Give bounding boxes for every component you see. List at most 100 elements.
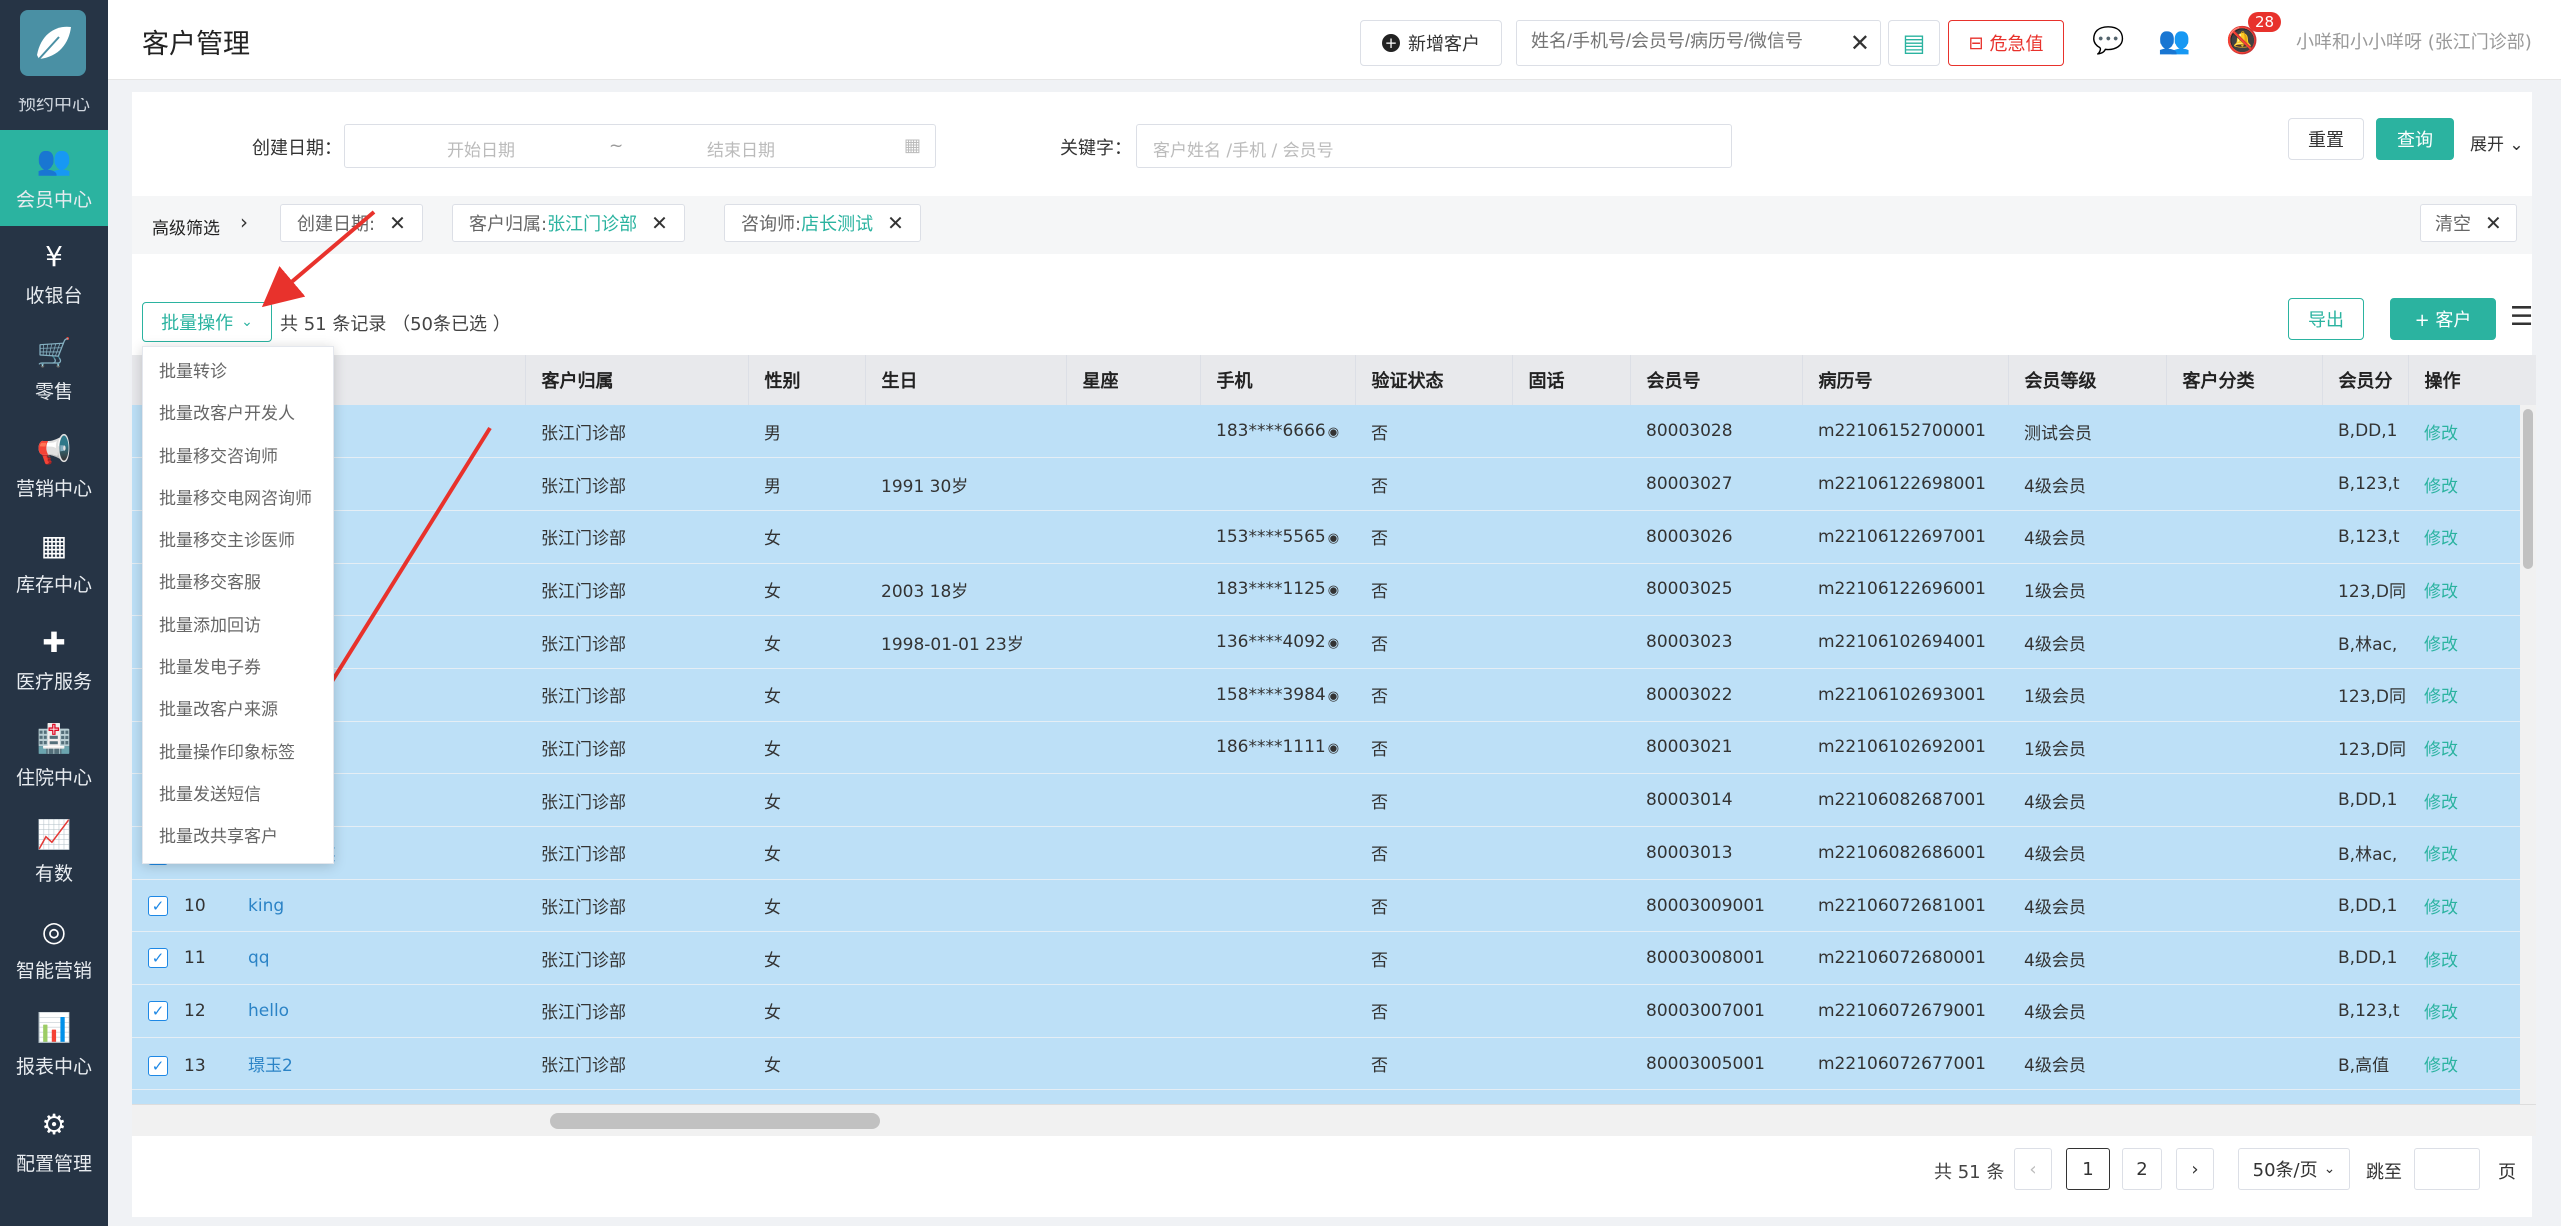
batch-menu-item[interactable]: 批量移交客服 [143, 562, 333, 604]
batch-menu-item[interactable]: 批量改共享客户 [143, 816, 333, 858]
column-header[interactable]: 手机 [1200, 355, 1356, 405]
eye-icon[interactable]: ◉ [1328, 741, 1339, 756]
sidebar-item-2[interactable]: ¥ 收银台 [0, 226, 108, 322]
customer-name-link[interactable]: king [248, 896, 284, 916]
filter-chip-consultant[interactable]: 咨询师: 店长测试 ✕ [724, 204, 921, 242]
add-customer-button[interactable]: + 客户 [2390, 298, 2496, 340]
table-row[interactable]: ✓ 11 qq 张江门诊部女 否 80003008001 m22106072680001 4级… [132, 931, 2536, 986]
query-button[interactable]: 查询 [2376, 118, 2454, 160]
table-row[interactable]: ✓朱品颐张江门诊部女否80003014m221060826870014级会员B,… [132, 773, 2536, 827]
customer-name-link[interactable]: qq [248, 948, 270, 968]
edit-link[interactable]: 修改 [2408, 879, 2536, 933]
global-search[interactable]: ✕ [1516, 20, 1881, 66]
edit-link[interactable]: 修改 [2408, 721, 2536, 775]
table-row[interactable]: ✓ying梁芮瑛张江门诊部女否80003013m221060826860014级… [132, 826, 2536, 880]
scroll-thumb[interactable] [2523, 409, 2533, 569]
eye-icon[interactable]: ◉ [1328, 636, 1339, 651]
column-header[interactable]: 客户归属 [525, 355, 749, 405]
reset-button[interactable]: 重置 [2288, 118, 2364, 160]
sidebar-item-1[interactable]: 👥 会员中心 [0, 130, 108, 226]
table-row[interactable]: ✓张江门诊部女2003 18岁183****1125◉否80003025m221… [132, 563, 2536, 617]
sidebar-item-10[interactable]: 📊 报表中心 [0, 998, 108, 1094]
row-checkbox[interactable]: ✓ [148, 948, 168, 969]
eye-icon[interactable]: ◉ [1328, 583, 1339, 598]
batch-menu-item[interactable]: 批量改客户开发人 [143, 393, 333, 435]
column-header[interactable]: 客户分类 [2166, 355, 2323, 405]
edit-link[interactable]: 修改 [2408, 510, 2536, 564]
emergency-button[interactable]: ⊟ 危急值 [1948, 20, 2064, 66]
sidebar-item-8[interactable]: 📈 有数 [0, 805, 108, 901]
edit-link[interactable]: 修改 [2408, 615, 2536, 669]
date-range-input[interactable]: 开始日期 ~ 结束日期 ▦ [344, 124, 936, 168]
edit-link[interactable]: 修改 [2408, 773, 2536, 827]
sidebar-item-6[interactable]: ✚ 医疗服务 [0, 612, 108, 708]
app-logo[interactable] [20, 10, 86, 76]
filter-chip-org[interactable]: 客户归属: 张江门诊部 ✕ [452, 204, 685, 242]
column-header[interactable]: 星座 [1066, 355, 1201, 405]
search-input[interactable] [1531, 31, 1841, 52]
column-header[interactable]: 会员分 [2322, 355, 2409, 405]
row-checkbox[interactable]: ✓ [148, 1056, 168, 1077]
expand-toggle[interactable]: 展开 ⌄ [2470, 130, 2524, 155]
edit-link[interactable]: 修改 [2408, 668, 2536, 722]
batch-menu-item[interactable]: 批量发电子券 [143, 647, 333, 689]
row-checkbox[interactable]: ✓ [148, 1000, 168, 1021]
table-row[interactable]: ✓张江门诊部女153****5565◉否80003026m22106122697… [132, 510, 2536, 564]
scroll-thumb[interactable] [550, 1113, 880, 1129]
horizontal-scrollbar[interactable] [132, 1104, 2536, 1136]
row-checkbox[interactable]: ✓ [148, 895, 168, 916]
new-customer-button[interactable]: + 新增客户 [1360, 20, 1502, 66]
edit-link[interactable]: 修改 [2408, 931, 2536, 986]
wechat-icon[interactable]: 💬 [2092, 26, 2124, 56]
eye-icon[interactable]: ◉ [1328, 531, 1339, 546]
batch-menu-item[interactable]: 批量转诊 [143, 351, 333, 393]
page-size-select[interactable]: 50条/页 ⌄ [2238, 1148, 2350, 1190]
column-header[interactable]: 固话 [1512, 355, 1631, 405]
close-icon[interactable]: ✕ [651, 211, 668, 235]
batch-menu-item[interactable]: 批量移交电网咨询师 [143, 478, 333, 520]
batch-menu-item[interactable]: 批量操作印象标签 [143, 732, 333, 774]
sidebar-item-3[interactable]: 🛒 零售 [0, 323, 108, 419]
batch-menu-item[interactable]: 批量改客户来源 [143, 689, 333, 731]
id-card-icon[interactable]: ▤ [1888, 20, 1940, 66]
close-icon[interactable]: ✕ [1850, 29, 1870, 57]
keyword-input[interactable]: 客户姓名 /手机 / 会员号 [1136, 124, 1732, 168]
column-header[interactable]: 生日 [865, 355, 1067, 405]
table-row[interactable]: ✓ 10 king 张江门诊部女 否 80003009001 m22106072681001… [132, 879, 2536, 933]
export-button[interactable]: 导出 [2288, 298, 2364, 340]
column-header[interactable]: 验证状态 [1355, 355, 1513, 405]
prev-page-button[interactable]: ‹ [2014, 1148, 2052, 1190]
column-header[interactable]: 会员等级 [2008, 355, 2167, 405]
customer-name-link[interactable]: 璟玉2 [248, 1056, 293, 1076]
sidebar-item-9[interactable]: ◎ 智能营销 [0, 901, 108, 997]
edit-link[interactable]: 修改 [2408, 826, 2536, 880]
close-icon[interactable]: ✕ [389, 211, 406, 235]
jump-page-input[interactable] [2414, 1148, 2480, 1190]
page-2-button[interactable]: 2 [2122, 1148, 2162, 1190]
column-header[interactable]: 会员号 [1630, 355, 1803, 405]
chevron-right-icon[interactable]: › [240, 210, 248, 234]
table-row[interactable]: ✓张江门诊部女158****3984◉否80003022m22106102693… [132, 668, 2536, 722]
next-page-button[interactable]: › [2176, 1148, 2214, 1190]
eye-icon[interactable]: ◉ [1328, 689, 1339, 704]
current-user[interactable]: 小咩和小小咩呀 (张江门诊部) [2296, 28, 2536, 54]
column-header[interactable]: 病历号 [1802, 355, 2009, 405]
table-row[interactable]: ✓张江门诊部女186****1111◉否80003021m22106102692… [132, 721, 2536, 775]
edit-link[interactable]: 修改 [2408, 1037, 2536, 1091]
table-row[interactable]: ✓ 12 hello 张江门诊部女 否 80003007001 m2210607267900… [132, 984, 2536, 1038]
table-row[interactable]: ✓ 13 璟玉2 张江门诊部女 否 80003005001 m22106072677001 4… [132, 1037, 2536, 1091]
filter-chip-created[interactable]: 创建日期: ✕ [280, 204, 423, 242]
page-1-button[interactable]: 1 [2066, 1148, 2110, 1190]
sidebar-item-7[interactable]: 🏥 住院中心 [0, 708, 108, 804]
customer-name-link[interactable]: hello [248, 1001, 289, 1021]
edit-link[interactable]: 修改 [2408, 457, 2536, 511]
batch-operation-button[interactable]: 批量操作 ⌄ [142, 302, 272, 342]
sidebar-item-11[interactable]: ⚙ 配置管理 [0, 1094, 108, 1190]
batch-menu-item[interactable]: 批量移交主诊医师 [143, 520, 333, 562]
close-icon[interactable]: ✕ [2485, 211, 2502, 235]
user-group-icon[interactable]: 👥 [2158, 26, 2190, 56]
table-row[interactable]: ✓张江门诊部女1998-01-01 23岁136****4092◉否800030… [132, 615, 2536, 669]
advanced-filter-label[interactable]: 高级筛选 [152, 214, 220, 239]
sidebar-item-4[interactable]: 📢 营销中心 [0, 419, 108, 515]
column-header[interactable]: 操作 [2408, 355, 2536, 405]
